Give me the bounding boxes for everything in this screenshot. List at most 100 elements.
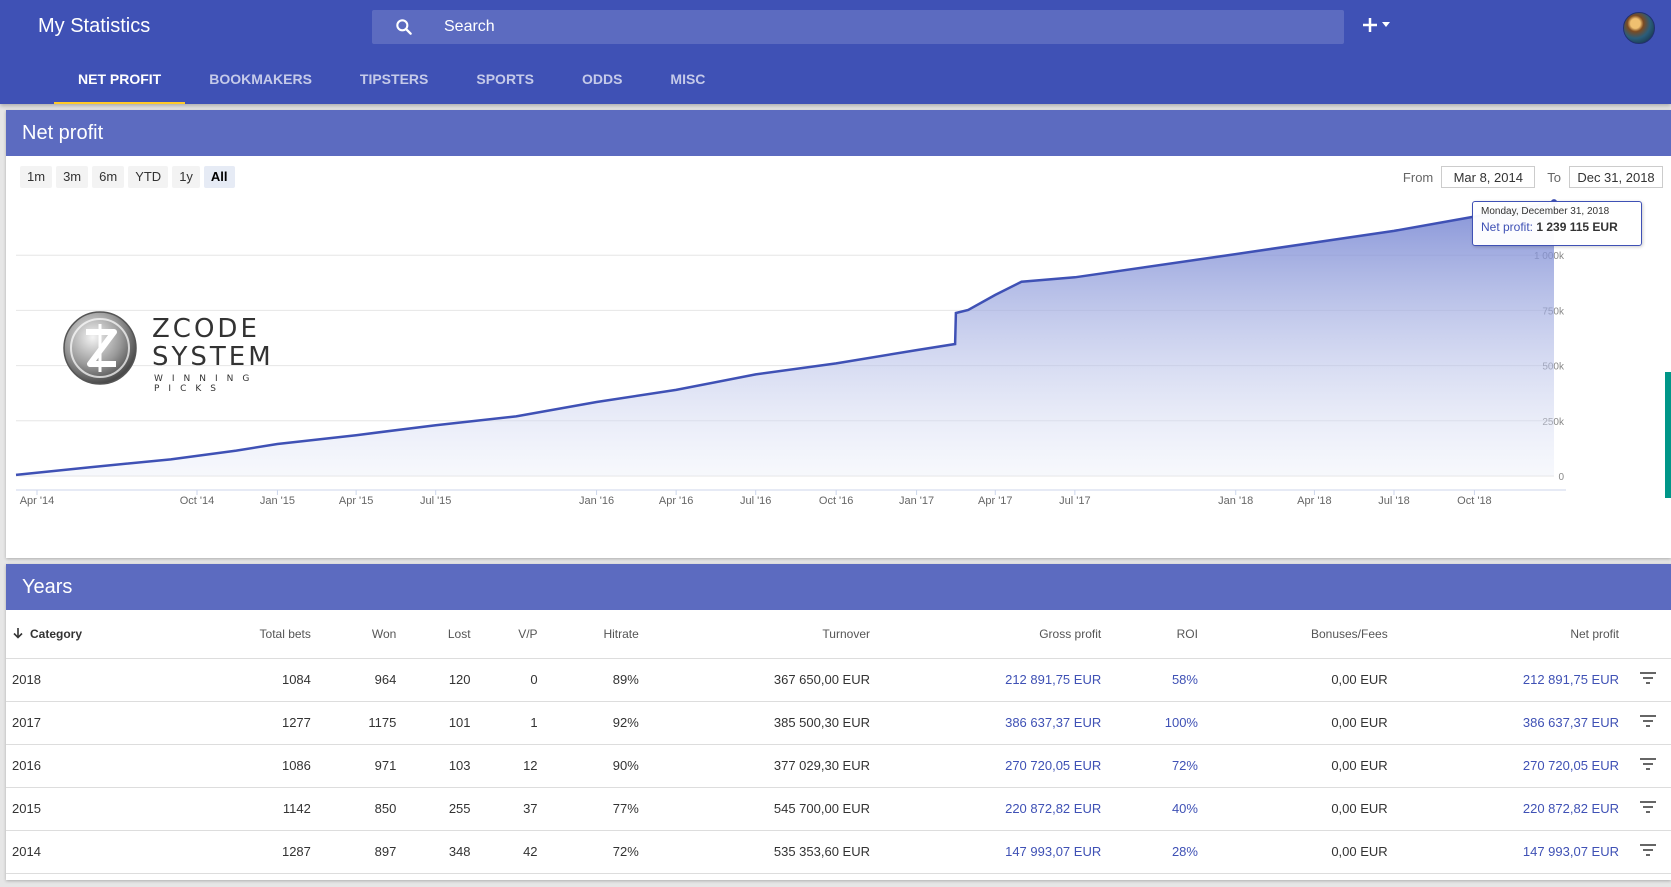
card-title: Net profit — [6, 110, 1671, 156]
x-tick-label: Oct '18 — [1457, 495, 1492, 507]
column-header-net-profit[interactable]: Net profit — [1393, 610, 1625, 659]
avatar[interactable] — [1623, 12, 1655, 44]
column-header-roi[interactable]: ROI — [1107, 610, 1204, 659]
column-header-gross-profit[interactable]: Gross profit — [876, 610, 1108, 659]
table-row[interactable]: 2014 1287 897 348 42 72% 535 353,60 EUR 147 993… — [6, 830, 1671, 874]
column-header-hitrate[interactable]: Hitrate — [543, 610, 645, 659]
cell-lost: 120 — [402, 658, 477, 702]
cell-v-p: 1 — [476, 701, 544, 745]
x-tick-label: Jan '17 — [899, 495, 934, 507]
range-button-3m[interactable]: 3m — [56, 166, 89, 188]
filter-icon[interactable] — [1639, 843, 1657, 857]
range-button-6m[interactable]: 6m — [92, 166, 125, 188]
cell-lost: 103 — [402, 744, 477, 788]
cell-won: 971 — [316, 744, 403, 788]
column-header-category[interactable]: Category — [6, 610, 182, 659]
cell-net-profit[interactable]: 270 720,05 EUR — [1393, 744, 1625, 788]
cell-net-profit[interactable]: 212 891,75 EUR — [1393, 658, 1625, 702]
x-tick-label: Apr '15 — [339, 495, 374, 507]
cell-lost: 101 — [402, 701, 477, 745]
table-row[interactable]: 2017 1277 1175 101 1 92% 385 500,30 EUR 386 637… — [6, 701, 1671, 745]
column-header-label: Category — [30, 626, 83, 641]
x-tick-label: Jul '15 — [420, 495, 451, 507]
table-row[interactable]: 2015 1142 850 255 37 77% 545 700,00 EUR 220 872… — [6, 787, 1671, 831]
watermark-line2: SYSTEM — [152, 342, 274, 372]
cell-gross-profit[interactable]: 147 993,07 EUR — [876, 830, 1108, 874]
tab-sports[interactable]: SPORTS — [452, 60, 558, 104]
table-row[interactable]: 2016 1086 971 103 12 90% 377 029,30 EUR 270 720… — [6, 744, 1671, 788]
tooltip-value: 1 239 115 EUR — [1536, 220, 1618, 234]
cell-roi[interactable]: 40% — [1107, 787, 1204, 831]
filter-icon[interactable] — [1639, 757, 1657, 771]
cell-v-p: 37 — [476, 787, 544, 831]
range-selector: 1m 3m 6m YTD 1y All — [20, 166, 235, 188]
cell-turnover: 367 650,00 EUR — [644, 658, 876, 702]
x-tick-label: Jan '16 — [579, 495, 614, 507]
cell-roi[interactable]: 72% — [1107, 744, 1204, 788]
tab-odds[interactable]: ODDS — [558, 60, 646, 104]
cell-lost: 348 — [402, 830, 477, 874]
watermark-tagline: WINNING PICKS — [154, 374, 259, 394]
filter-icon[interactable] — [1639, 714, 1657, 728]
range-button-1m[interactable]: 1m — [20, 166, 53, 188]
cell-net-profit[interactable]: 147 993,07 EUR — [1393, 830, 1625, 874]
column-header-turnover[interactable]: Turnover — [644, 610, 876, 659]
cell-turnover: 535 353,60 EUR — [644, 830, 876, 874]
filter-icon[interactable] — [1639, 671, 1657, 685]
from-date-input[interactable] — [1441, 166, 1536, 188]
cell-roi[interactable]: 100% — [1107, 701, 1204, 745]
cell-total-bets: 1142 — [181, 787, 317, 831]
cell-turnover: 385 500,30 EUR — [644, 701, 876, 745]
tab-tipsters[interactable]: TIPSTERS — [336, 60, 452, 104]
search-input[interactable] — [444, 10, 1324, 44]
column-header-lost[interactable]: Lost — [402, 610, 477, 659]
cell-gross-profit[interactable]: 212 891,75 EUR — [876, 658, 1108, 702]
navigator-handle[interactable] — [1665, 372, 1671, 498]
from-label: From — [1402, 169, 1434, 185]
range-button-all[interactable]: All — [203, 166, 235, 188]
search-icon[interactable] — [394, 17, 414, 37]
x-tick-label: Jul '18 — [1378, 495, 1409, 507]
column-header-won[interactable]: Won — [316, 610, 403, 659]
x-tick-label: Apr '17 — [978, 495, 1013, 507]
cell-category: 2017 — [6, 701, 182, 745]
filter-icon[interactable] — [1639, 800, 1657, 814]
app-title: My Statistics — [38, 15, 151, 37]
column-header-total-bets[interactable]: Total bets — [181, 610, 317, 659]
cell-net-profit[interactable]: 220 872,82 EUR — [1393, 787, 1625, 831]
table-header-row: Category Total bets Won Lost V/P Hitrate Turno… — [6, 610, 1671, 659]
tab-net-profit[interactable]: NET PROFIT — [54, 60, 186, 104]
column-header-v-p[interactable]: V/P — [476, 610, 544, 659]
tooltip-label: Net profit: — [1481, 220, 1534, 234]
cell-gross-profit[interactable]: 386 637,37 EUR — [876, 701, 1108, 745]
x-tick-label: Apr '18 — [1297, 495, 1332, 507]
cell-gross-profit[interactable]: 270 720,05 EUR — [876, 744, 1108, 788]
cell-category: 2015 — [6, 787, 182, 831]
range-button-1y[interactable]: 1y — [172, 166, 200, 188]
to-date-input[interactable] — [1569, 166, 1663, 188]
column-header-bonuses-fees[interactable]: Bonuses/Fees — [1203, 610, 1394, 659]
range-button-ytd[interactable]: YTD — [128, 166, 169, 188]
cell-v-p: 42 — [476, 830, 544, 874]
cell-net-profit[interactable]: 386 637,37 EUR — [1393, 701, 1625, 745]
chart-tooltip: Monday, December 31, 2018 Net profit: 1 … — [1472, 201, 1642, 246]
row-filter-cell — [1625, 787, 1671, 831]
x-tick-label: Jan '15 — [260, 495, 295, 507]
cell-category: 2014 — [6, 830, 182, 874]
add-dropdown-icon[interactable] — [1360, 12, 1396, 40]
tab-misc[interactable]: MISC — [646, 60, 729, 104]
cell-gross-profit[interactable]: 220 872,82 EUR — [876, 787, 1108, 831]
app-bar: My Statistics NET PROFITBOOKMAKERSTIPSTE… — [0, 0, 1671, 104]
search-box[interactable] — [372, 10, 1344, 44]
tab-bookmakers[interactable]: BOOKMAKERS — [185, 60, 336, 104]
cell-roi[interactable]: 28% — [1107, 830, 1204, 874]
sort-arrow-down-icon[interactable] — [12, 627, 24, 639]
cell-roi[interactable]: 58% — [1107, 658, 1204, 702]
cell-hitrate: 90% — [543, 744, 645, 788]
cell-won: 850 — [316, 787, 403, 831]
cell-lost: 255 — [402, 787, 477, 831]
column-header-actions — [1625, 610, 1671, 659]
cell-bonuses-fees: 0,00 EUR — [1203, 658, 1394, 702]
card-title: Years — [6, 564, 1671, 610]
table-row[interactable]: 2018 1084 964 120 0 89% 367 650,00 EUR 212 891,… — [6, 658, 1671, 702]
